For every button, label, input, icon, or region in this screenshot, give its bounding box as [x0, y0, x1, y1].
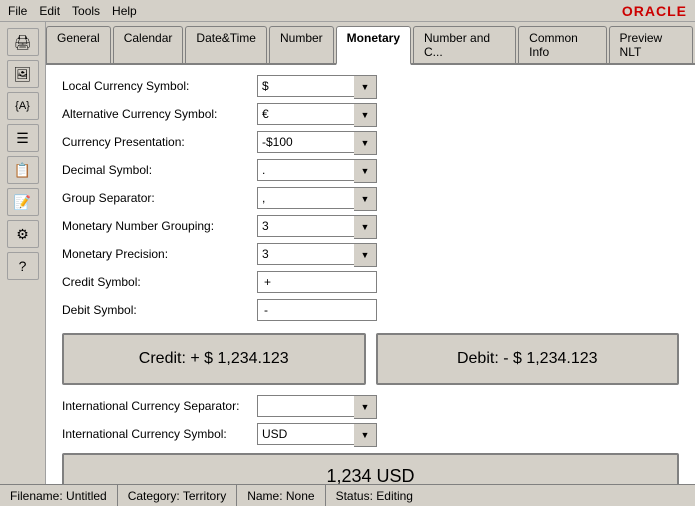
sidebar: 🖨 🖼 {A} ☰ 📋 📝 ⚙ ?: [0, 22, 46, 484]
menu-edit[interactable]: Edit: [39, 4, 60, 18]
debit-symbol-label: Debit Symbol:: [62, 303, 257, 317]
intl-symbol-select[interactable]: USD: [257, 423, 377, 445]
credit-symbol-input[interactable]: [257, 271, 377, 293]
sidebar-icon-help[interactable]: ?: [7, 252, 39, 280]
debit-symbol-row: Debit Symbol:: [62, 299, 679, 321]
intl-symbol-row: International Currency Symbol: USD: [62, 423, 679, 445]
tab-monetary[interactable]: Monetary: [336, 26, 411, 65]
monetary-number-grouping-row: Monetary Number Grouping: 3: [62, 215, 679, 237]
alt-currency-row: Alternative Currency Symbol: €: [62, 103, 679, 125]
preview-row: Credit: + $ 1,234.123 Debit: - $ 1,234.1…: [62, 333, 679, 385]
tab-common-info[interactable]: Common Info: [518, 26, 606, 63]
tab-bar: General Calendar Date&Time Number Moneta…: [46, 22, 695, 65]
currency-presentation-label: Currency Presentation:: [62, 135, 257, 149]
monetary-precision-select-wrapper: 3: [257, 243, 377, 265]
status-name: Name: None: [237, 485, 325, 506]
tab-preview-nlt[interactable]: Preview NLT: [609, 26, 693, 63]
menu-tools[interactable]: Tools: [72, 4, 100, 18]
currency-presentation-row: Currency Presentation: -$100: [62, 131, 679, 153]
main-container: 🖨 🖼 {A} ☰ 📋 📝 ⚙ ? General Calendar Date&…: [0, 22, 695, 484]
monetary-number-grouping-label: Monetary Number Grouping:: [62, 219, 257, 233]
alt-currency-select-wrapper: €: [257, 103, 377, 125]
intl-separator-label: International Currency Separator:: [62, 399, 257, 413]
monetary-precision-select[interactable]: 3: [257, 243, 377, 265]
local-currency-select-wrapper: $: [257, 75, 377, 97]
local-currency-label: Local Currency Symbol:: [62, 79, 257, 93]
decimal-symbol-select[interactable]: .: [257, 159, 377, 181]
decimal-symbol-select-wrapper: .: [257, 159, 377, 181]
decimal-symbol-label: Decimal Symbol:: [62, 163, 257, 177]
final-preview-box: 1,234 USD: [62, 453, 679, 484]
debit-preview-box: Debit: - $ 1,234.123: [376, 333, 680, 385]
tab-calendar[interactable]: Calendar: [113, 26, 184, 63]
alt-currency-label: Alternative Currency Symbol:: [62, 107, 257, 121]
intl-symbol-label: International Currency Symbol:: [62, 427, 257, 441]
currency-presentation-select-wrapper: -$100: [257, 131, 377, 153]
sidebar-icon-list[interactable]: ☰: [7, 124, 39, 152]
credit-symbol-row: Credit Symbol:: [62, 271, 679, 293]
credit-symbol-label: Credit Symbol:: [62, 275, 257, 289]
intl-separator-select[interactable]: [257, 395, 377, 417]
status-category: Category: Territory: [118, 485, 237, 506]
decimal-symbol-row: Decimal Symbol: .: [62, 159, 679, 181]
content-area: General Calendar Date&Time Number Moneta…: [46, 22, 695, 484]
debit-symbol-input[interactable]: [257, 299, 377, 321]
status-editing: Status: Editing: [326, 485, 423, 506]
monetary-precision-row: Monetary Precision: 3: [62, 243, 679, 265]
monetary-number-grouping-select-wrapper: 3: [257, 215, 377, 237]
sidebar-icon-image[interactable]: 🖼: [7, 60, 39, 88]
menu-help[interactable]: Help: [112, 4, 137, 18]
sidebar-icon-clipboard[interactable]: 📋: [7, 156, 39, 184]
monetary-precision-label: Monetary Precision:: [62, 247, 257, 261]
intl-separator-select-wrapper: [257, 395, 377, 417]
sidebar-icon-settings[interactable]: ⚙: [7, 220, 39, 248]
menu-file[interactable]: File: [8, 4, 27, 18]
monetary-number-grouping-select[interactable]: 3: [257, 215, 377, 237]
tab-datetime[interactable]: Date&Time: [185, 26, 267, 63]
form-area: Local Currency Symbol: $ Alternative Cur…: [46, 65, 695, 484]
menu-bar: File Edit Tools Help ORACLE: [0, 0, 695, 22]
group-separator-select[interactable]: ,: [257, 187, 377, 209]
currency-presentation-select[interactable]: -$100: [257, 131, 377, 153]
menu-items: File Edit Tools Help: [8, 4, 137, 18]
sidebar-icon-edit[interactable]: 📝: [7, 188, 39, 216]
tab-number-and-c[interactable]: Number and C...: [413, 26, 516, 63]
group-separator-label: Group Separator:: [62, 191, 257, 205]
local-currency-select[interactable]: $: [257, 75, 377, 97]
sidebar-icon-code[interactable]: {A}: [7, 92, 39, 120]
oracle-logo: ORACLE: [622, 3, 687, 19]
group-separator-select-wrapper: ,: [257, 187, 377, 209]
credit-preview-box: Credit: + $ 1,234.123: [62, 333, 366, 385]
tab-number[interactable]: Number: [269, 26, 334, 63]
intl-symbol-select-wrapper: USD: [257, 423, 377, 445]
intl-separator-row: International Currency Separator:: [62, 395, 679, 417]
alt-currency-select[interactable]: €: [257, 103, 377, 125]
local-currency-row: Local Currency Symbol: $: [62, 75, 679, 97]
sidebar-icon-print[interactable]: 🖨: [7, 28, 39, 56]
status-filename: Filename: Untitled: [0, 485, 118, 506]
tab-general[interactable]: General: [46, 26, 111, 63]
status-bar: Filename: Untitled Category: Territory N…: [0, 484, 695, 506]
group-separator-row: Group Separator: ,: [62, 187, 679, 209]
